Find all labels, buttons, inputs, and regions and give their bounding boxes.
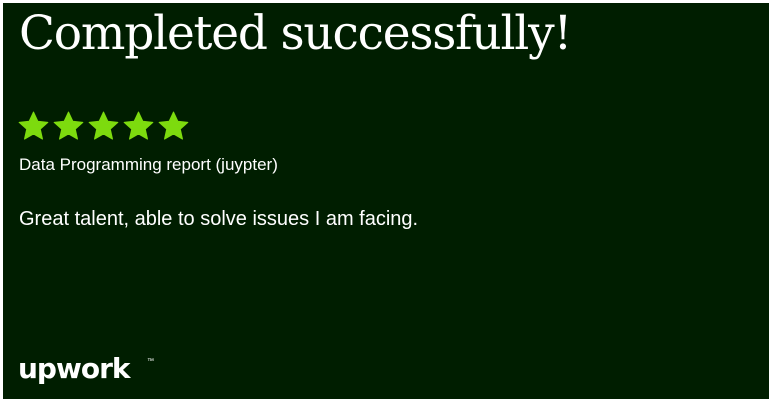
feedback-text: Great talent, able to solve issues I am … — [19, 208, 419, 230]
star-icon — [87, 110, 120, 143]
star-icon — [122, 110, 155, 143]
project-title: Data Programming report (juypter) — [19, 155, 278, 174]
star-icon — [17, 110, 50, 143]
trademark-symbol: ™ — [147, 358, 154, 365]
review-card: Completed successfully! Data Programming… — [3, 3, 769, 399]
star-rating — [17, 110, 190, 143]
upwork-logo: upwork — [18, 352, 131, 385]
star-icon — [52, 110, 85, 143]
completion-title: Completed successfully! — [19, 6, 572, 61]
star-icon — [157, 110, 190, 143]
